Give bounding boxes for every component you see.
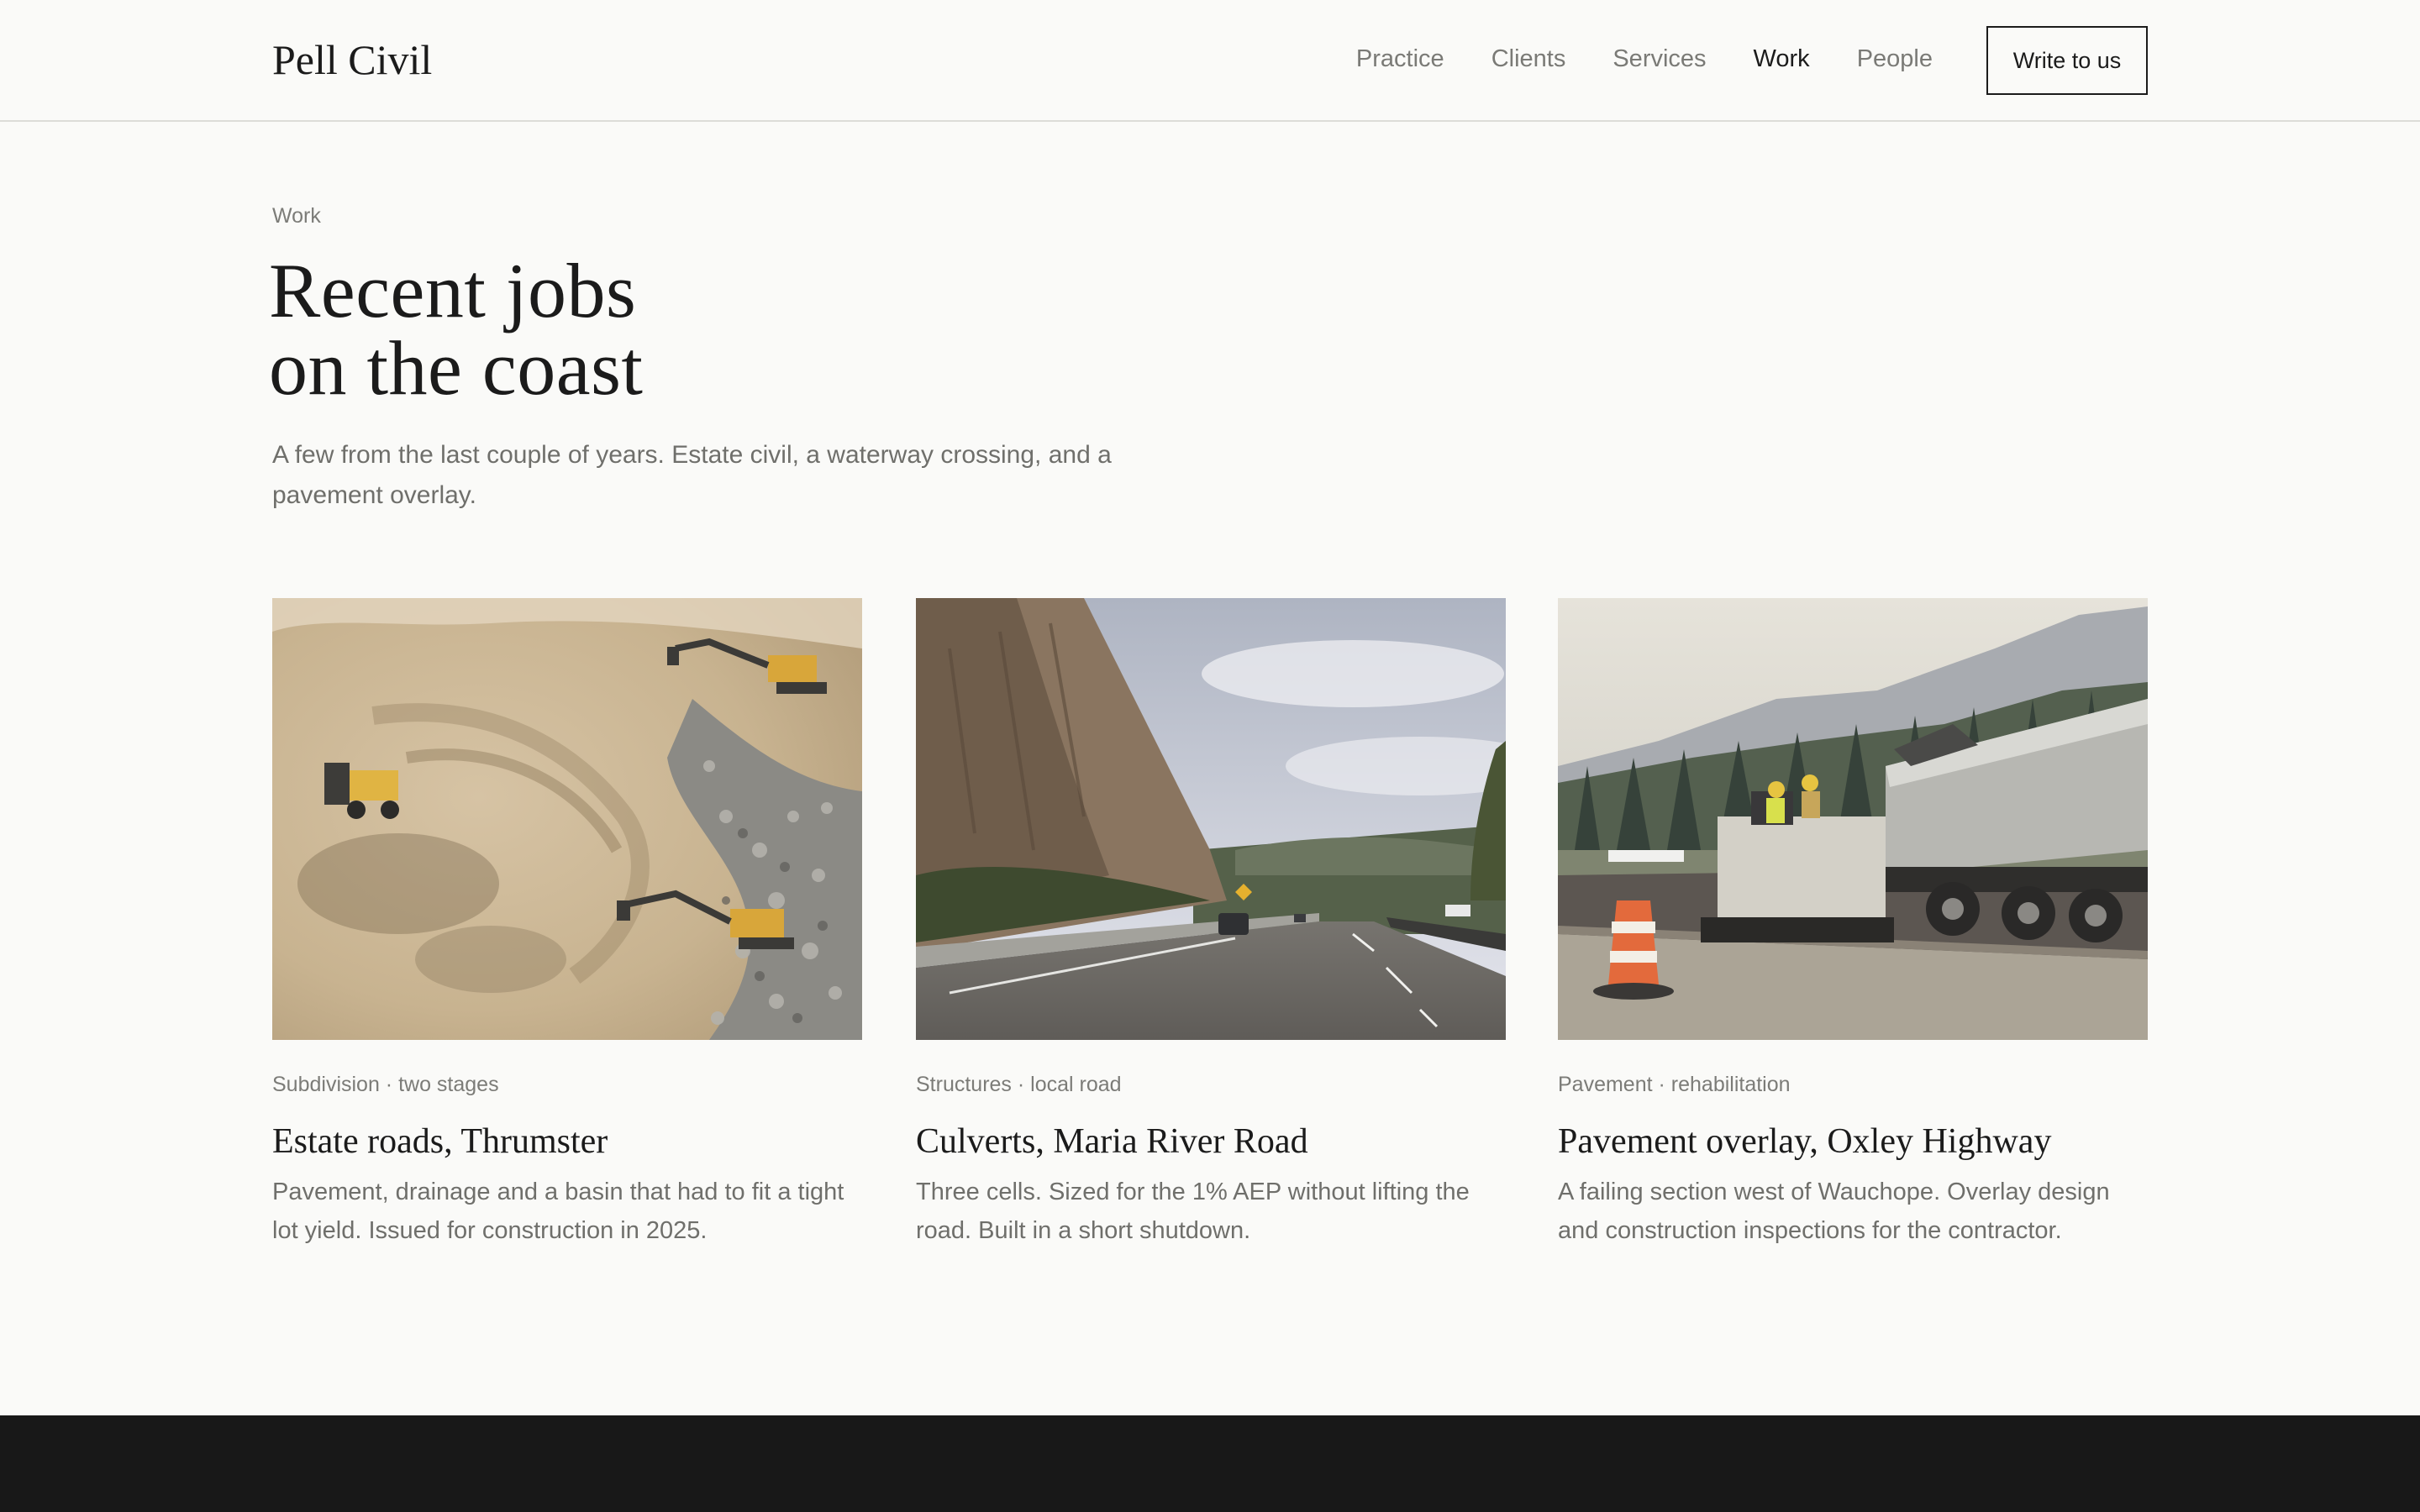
project-card[interactable]: Subdivision · two stages Estate roads, T… xyxy=(272,598,862,1250)
page-intro: A few from the last couple of years. Est… xyxy=(272,441,1112,509)
project-image-culverts[interactable] xyxy=(916,598,1506,1040)
page-title-line-2: on the coast xyxy=(269,325,644,411)
highway-cliff-photo xyxy=(916,598,1506,1040)
project-description: A failing section west of Wauchope. Over… xyxy=(1558,1179,2110,1244)
project-card[interactable]: Structures · local road Culverts, Maria … xyxy=(916,598,1506,1250)
nav-item-work[interactable]: Work xyxy=(1754,40,1810,77)
aerial-earthworks-photo xyxy=(272,598,862,1040)
project-tag: Subdivision · two stages xyxy=(272,1073,499,1096)
project-tag: Structures · local road xyxy=(916,1073,1122,1096)
site-footer xyxy=(0,1415,2420,1512)
project-card[interactable]: Pavement · rehabilitation Pavement overl… xyxy=(1558,598,2148,1250)
page-title-line-1: Recent jobs xyxy=(269,248,637,333)
site-header: Pell Civil Practice Clients Services Wor… xyxy=(0,0,2420,122)
project-image-overlay[interactable] xyxy=(1558,598,2148,1040)
nav-item-practice[interactable]: Practice xyxy=(1356,40,1444,77)
write-to-us-button[interactable]: Write to us xyxy=(1986,26,2148,95)
nav-item-services[interactable]: Services xyxy=(1612,40,1706,77)
nav-item-people[interactable]: People xyxy=(1857,40,1933,77)
project-title[interactable]: Culverts, Maria River Road xyxy=(916,1119,1506,1164)
project-title[interactable]: Pavement overlay, Oxley Highway xyxy=(1558,1119,2148,1164)
project-description: Three cells. Sized for the 1% AEP withou… xyxy=(916,1179,1470,1244)
brand-logo[interactable]: Pell Civil xyxy=(272,30,432,89)
main-nav: Practice Clients Services Work People xyxy=(1356,40,1933,77)
project-title[interactable]: Estate roads, Thrumster xyxy=(272,1119,862,1164)
nav-item-clients[interactable]: Clients xyxy=(1491,40,1566,77)
project-description: Pavement, drainage and a basin that had … xyxy=(272,1179,844,1244)
page-title: Recent jobs on the coast xyxy=(269,252,1193,407)
asphalt-paver-photo xyxy=(1558,598,2148,1040)
project-grid: Subdivision · two stages Estate roads, T… xyxy=(272,598,2148,1270)
project-image-earthworks[interactable] xyxy=(272,598,862,1040)
section-eyebrow: Work xyxy=(272,204,321,228)
project-tag: Pavement · rehabilitation xyxy=(1558,1073,1791,1096)
